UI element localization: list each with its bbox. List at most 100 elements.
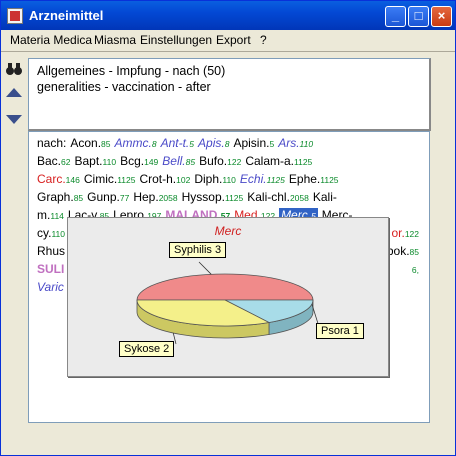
remedy-name: Echi.: [239, 172, 267, 186]
remedy-entry[interactable]: SULI: [37, 262, 64, 276]
remedy-name: Carc.: [37, 172, 66, 186]
remedy-name: Bell.: [162, 154, 186, 168]
rubric-english: generalities - vaccination - after: [37, 80, 211, 94]
remedy-grade: 110: [51, 229, 66, 239]
remedy-grade: 8: [151, 139, 157, 149]
remedy-entry[interactable]: nach:: [37, 136, 66, 150]
remedy-entry[interactable]: Apis.8: [198, 136, 229, 150]
remedy-grade: 122: [404, 229, 419, 239]
menu-einstellungen[interactable]: Einstellungen: [140, 33, 212, 47]
remedy-grade: 2058: [289, 193, 309, 203]
menu-export[interactable]: Export: [216, 33, 251, 47]
remedy-name: SULI: [37, 262, 65, 276]
remedy-entry[interactable]: Gunp.77: [87, 190, 129, 204]
remedy-entry[interactable]: Echi.1125: [240, 172, 285, 186]
label-psora: Psora 1: [316, 323, 364, 339]
remedy-name: Apis.: [198, 136, 225, 150]
remedy-entry[interactable]: Ant-t.5: [161, 136, 194, 150]
remedy-entry[interactable]: m.114: [37, 208, 64, 222]
remedy-grade: 146: [65, 175, 80, 185]
remedy-name: Bufo.: [199, 154, 228, 168]
remedy-entry[interactable]: Ephe.1125: [289, 172, 339, 186]
minimize-button[interactable]: _: [385, 6, 406, 27]
remedy-entry[interactable]: Carc.146: [37, 172, 80, 186]
remedy-name: Rhus: [37, 244, 66, 258]
remedy-entry[interactable]: Bac.62: [37, 154, 70, 168]
remedy-entry[interactable]: Graph.85: [37, 190, 83, 204]
remedy-entry[interactable]: bok.85: [387, 244, 419, 258]
remedy-entry[interactable]: Bufo.122: [199, 154, 241, 168]
remedy-line: Carc.146 Cimic.1125 Crot-h.102 Diph.110 Echi…: [37, 172, 343, 186]
remedy-name: Crot-h.: [139, 172, 177, 186]
pie-slice-syphilis: [136, 273, 314, 301]
remedy-grade: 62: [61, 157, 71, 167]
remedy-line: Graph.85 Gunp.77 Hep.2058 Hyssop.1125 Kali-c…: [37, 190, 341, 204]
remedy-grade: 114: [50, 211, 64, 221]
remedy-entry[interactable]: Hyssop.1125: [182, 190, 244, 204]
remedy-entry[interactable]: or.122: [391, 226, 419, 240]
menu-miasma[interactable]: Miasma: [94, 33, 136, 47]
arrow-up-icon[interactable]: [3, 83, 25, 103]
remedy-entry[interactable]: Bell.85: [162, 154, 195, 168]
remedy-name: Graph.: [37, 190, 74, 204]
remedy-entry[interactable]: Diph.110: [194, 172, 236, 186]
remedy-line-right: bok.85: [387, 244, 423, 258]
remedy-entry[interactable]: Kali-chl.2058: [247, 190, 309, 204]
remedy-name: Apisin.: [233, 136, 270, 150]
remedy-entry[interactable]: Bapt.110: [74, 154, 116, 168]
remedy-grade: 1125: [294, 157, 313, 167]
remedy-entry[interactable]: Kali-: [313, 190, 337, 204]
remedy-grade: 122: [227, 157, 242, 167]
remedy-name: Ammc.: [114, 136, 152, 150]
remedy-name: Hep.: [133, 190, 159, 204]
remedy-entry[interactable]: 6,: [412, 265, 419, 275]
remedy-name: Gunp.: [87, 190, 120, 204]
arrow-down-icon[interactable]: [3, 109, 25, 129]
remedy-entry[interactable]: Hep.2058: [133, 190, 177, 204]
remedy-name: Calam-a.: [245, 154, 294, 168]
remedy-grade: 8: [224, 139, 230, 149]
remedy-line: Rhus: [37, 244, 69, 258]
miasm-chart-popup: Merc Syphilis 3 Psora 1 Sykose 2: [67, 217, 389, 377]
remedy-entry[interactable]: cy.110: [37, 226, 65, 240]
menu-materia-medica-label: Materia Medica: [10, 33, 93, 47]
remedy-grade: 77: [119, 193, 130, 203]
remedy-entry[interactable]: Ars.110: [278, 136, 313, 150]
label-sykose: Sykose 2: [119, 341, 175, 357]
remedy-name: Diph.: [194, 172, 223, 186]
menu-help-label: ?: [260, 33, 267, 47]
remedy-name: Bac.: [37, 154, 62, 168]
binoculars-icon[interactable]: [3, 59, 25, 79]
menu-help[interactable]: ?: [260, 33, 267, 47]
remedy-entry[interactable]: Rhus: [37, 244, 65, 258]
remedy-name: Bapt.: [74, 154, 103, 168]
remedy-entry[interactable]: Cimic.1125: [84, 172, 136, 186]
remedy-entry[interactable]: Crot-h.102: [139, 172, 190, 186]
remedy-line: nach: Acon.85 Ammc.8 Ant-t.5 Apis.8 Apisin.5 A…: [37, 136, 317, 150]
remedy-name: Cimic.: [83, 172, 118, 186]
tool-column: [1, 59, 27, 131]
menu-export-label: Export: [216, 33, 251, 47]
leader-line-syphilis: [198, 261, 212, 275]
menu-materia-medica[interactable]: Materia Medica: [10, 33, 92, 47]
remedy-name: Varic: [37, 280, 64, 294]
remedy-entry[interactable]: Calam-a.1125: [245, 154, 312, 168]
remedy-line: Bac.62 Bapt.110 Bcg.149 Bell.85 Bufo.122 Cala…: [37, 154, 316, 168]
remedy-line: Varic: [37, 280, 68, 294]
remedy-name: m.: [37, 208, 51, 222]
remedy-entry[interactable]: Varic: [37, 280, 64, 294]
remedy-grade: 1125: [266, 175, 285, 185]
remedy-grade: 149: [144, 157, 159, 167]
close-button[interactable]: ×: [431, 6, 452, 27]
maximize-button[interactable]: □: [408, 6, 429, 27]
remedy-entry[interactable]: Apisin.5: [233, 136, 274, 150]
remedy-entry[interactable]: Bcg.149: [120, 154, 158, 168]
remedy-entry[interactable]: Ammc.8: [115, 136, 157, 150]
remedy-name: Ant-t.: [160, 136, 190, 150]
remedy-name: Kali-: [312, 190, 337, 204]
remedy-name: Kali-chl.: [247, 190, 290, 204]
remedy-grade: 102: [176, 175, 191, 185]
label-syphilis: Syphilis 3: [169, 242, 227, 258]
remedy-entry[interactable]: Acon.85: [70, 136, 110, 150]
title-bar[interactable]: Arzneimittel _ □ ×: [1, 1, 455, 30]
